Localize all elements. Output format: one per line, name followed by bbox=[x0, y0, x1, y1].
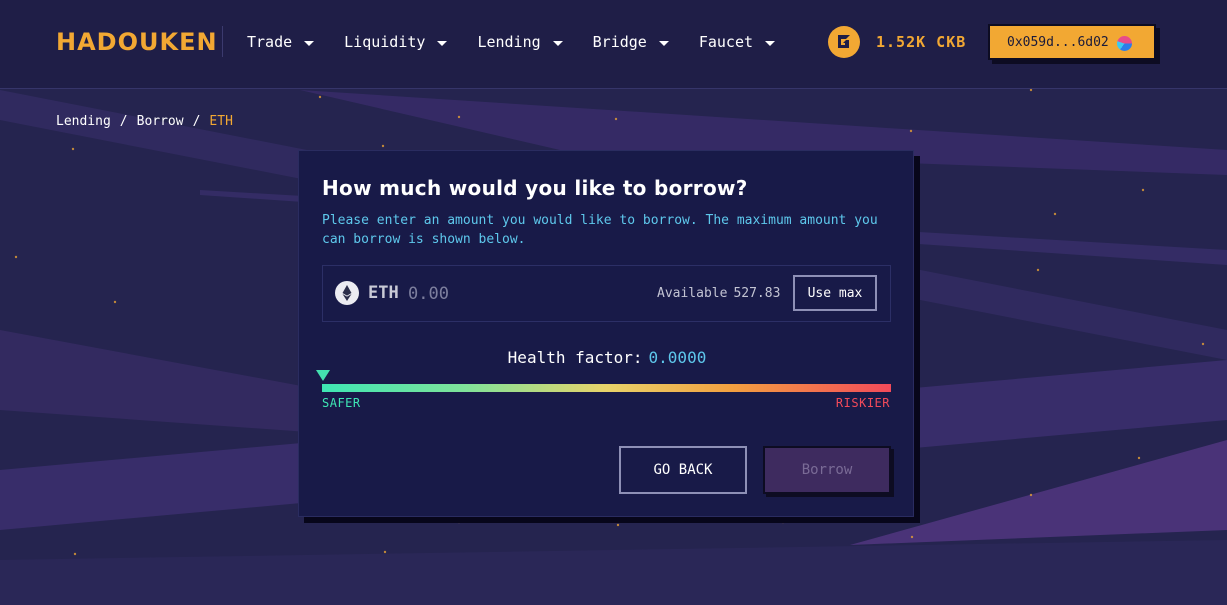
chevron-down-icon bbox=[552, 40, 563, 46]
nav-trade-label: Trade bbox=[247, 33, 293, 51]
nav-liquidity[interactable]: Liquidity bbox=[344, 33, 448, 51]
chevron-down-icon bbox=[765, 40, 776, 46]
health-factor: Health factor: 0.0000 bbox=[299, 348, 915, 367]
riskier-label: RISKIER bbox=[835, 396, 890, 410]
available-value: 527.83 bbox=[733, 286, 781, 301]
breadcrumb-lending[interactable]: Lending bbox=[56, 114, 111, 129]
nav-faucet[interactable]: Faucet bbox=[698, 33, 776, 51]
breadcrumb-separator: / bbox=[119, 114, 128, 129]
go-back-button[interactable]: GO BACK bbox=[619, 446, 747, 494]
amount-input[interactable] bbox=[408, 280, 628, 308]
main-nav: Trade Liquidity Lending Bridge Faucet bbox=[247, 0, 805, 84]
nav-liquidity-label: Liquidity bbox=[344, 33, 426, 51]
nav-bridge-label: Bridge bbox=[592, 33, 647, 51]
page-title: How much would you like to borrow? bbox=[322, 176, 748, 200]
nav-lending-label: Lending bbox=[477, 33, 541, 51]
health-factor-label: Health factor: bbox=[507, 348, 643, 367]
nav-trade[interactable]: Trade bbox=[247, 33, 315, 51]
wallet-button[interactable]: 0x059d...6d02 bbox=[988, 24, 1156, 60]
logo[interactable]: HADOUKEN bbox=[56, 27, 218, 57]
available-label: Available bbox=[657, 286, 728, 301]
chevron-down-icon bbox=[304, 40, 315, 46]
breadcrumb-borrow[interactable]: Borrow bbox=[137, 114, 184, 129]
available-amount: Available 527.83 bbox=[657, 286, 781, 301]
chevron-down-icon bbox=[437, 40, 448, 46]
health-marker-icon bbox=[316, 370, 330, 381]
wallet-address: 0x059d...6d02 bbox=[1007, 34, 1109, 50]
use-max-button[interactable]: Use max bbox=[793, 275, 877, 311]
breadcrumb-separator: / bbox=[192, 114, 201, 129]
borrow-description: Please enter an amount you would like to… bbox=[322, 213, 878, 247]
ckb-coin-icon bbox=[828, 26, 860, 58]
health-gradient-bar bbox=[322, 384, 891, 392]
wallet-avatar-icon bbox=[1117, 36, 1132, 51]
breadcrumb-current: ETH bbox=[209, 114, 233, 129]
amount-field: ETH Available 527.83 Use max bbox=[322, 265, 891, 322]
ethereum-icon bbox=[335, 281, 359, 305]
nav-bridge[interactable]: Bridge bbox=[593, 33, 669, 51]
token-symbol: ETH bbox=[368, 283, 399, 303]
breadcrumb: Lending / Borrow / ETH bbox=[56, 114, 233, 129]
ckb-balance: 1.52K CKB bbox=[876, 33, 967, 51]
header-divider bbox=[222, 26, 223, 57]
safer-label: SAFER bbox=[322, 396, 361, 410]
borrow-card: How much would you like to borrow? Pleas… bbox=[298, 150, 914, 517]
nav-faucet-label: Faucet bbox=[698, 33, 754, 51]
health-factor-value: 0.0000 bbox=[648, 348, 707, 367]
borrow-button[interactable]: Borrow bbox=[763, 446, 891, 494]
nav-lending[interactable]: Lending bbox=[477, 33, 563, 51]
chevron-down-icon bbox=[658, 40, 669, 46]
top-navbar: HADOUKEN Trade Liquidity Lending Bridge … bbox=[0, 0, 1227, 89]
